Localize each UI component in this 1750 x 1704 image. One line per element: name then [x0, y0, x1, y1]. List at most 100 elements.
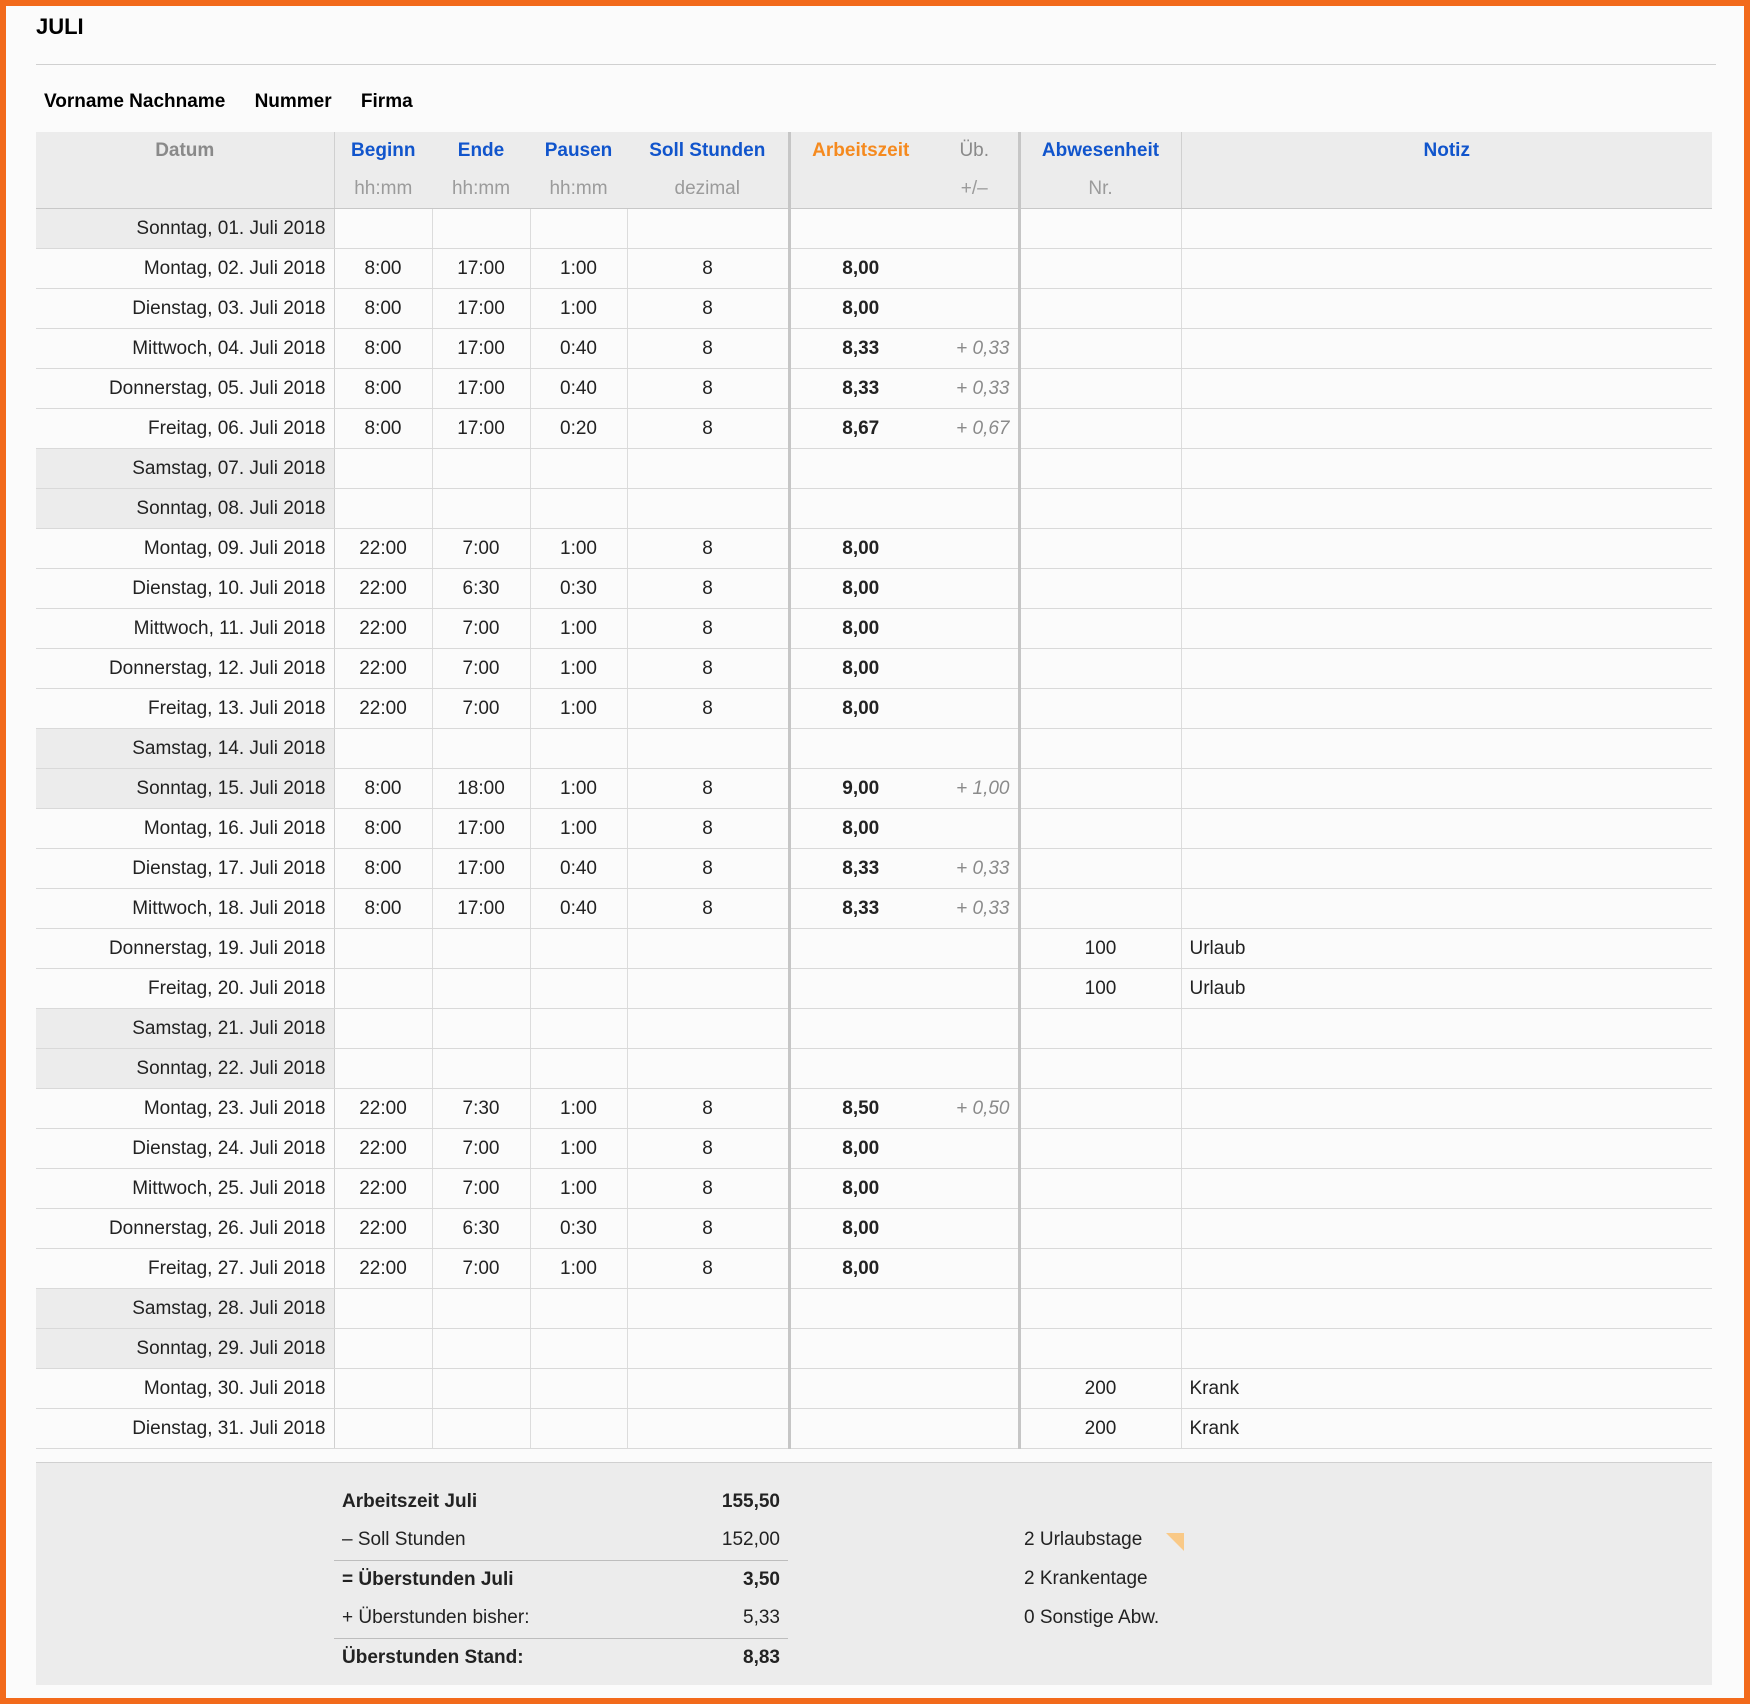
cell-ueberstunden[interactable]	[931, 648, 1021, 689]
cell-notiz[interactable]	[1181, 288, 1712, 329]
cell-abwesenheit[interactable]	[1019, 1008, 1182, 1049]
cell-date[interactable]: Mittwoch, 11. Juli 2018	[36, 608, 335, 649]
cell-notiz[interactable]	[1181, 488, 1712, 529]
cell-ende[interactable]	[432, 1008, 531, 1049]
cell-arbeitszeit[interactable]	[787, 728, 931, 769]
cell-ueberstunden[interactable]	[931, 288, 1021, 329]
cell-ende[interactable]: 7:00	[432, 1128, 531, 1169]
cell-arbeitszeit[interactable]: 8,00	[787, 288, 931, 329]
cell-arbeitszeit[interactable]: 8,00	[787, 1248, 931, 1289]
cell-date[interactable]: Dienstag, 24. Juli 2018	[36, 1128, 335, 1169]
cell-beginn[interactable]: 22:00	[334, 1208, 433, 1249]
cell-beginn[interactable]: 8:00	[334, 328, 433, 369]
cell-pausen[interactable]	[530, 928, 628, 969]
cell-abwesenheit[interactable]	[1019, 448, 1182, 489]
cell-notiz[interactable]	[1181, 448, 1712, 489]
cell-arbeitszeit[interactable]	[787, 1008, 931, 1049]
cell-date[interactable]: Donnerstag, 05. Juli 2018	[36, 368, 335, 409]
cell-abwesenheit[interactable]	[1019, 848, 1182, 889]
cell-soll[interactable]	[627, 728, 790, 769]
cell-ueberstunden[interactable]	[931, 1008, 1021, 1049]
cell-notiz[interactable]	[1181, 368, 1712, 409]
cell-ende[interactable]	[432, 488, 531, 529]
cell-abwesenheit[interactable]	[1019, 688, 1182, 729]
cell-beginn[interactable]	[334, 728, 433, 769]
cell-soll[interactable]: 8	[627, 568, 790, 609]
cell-ende[interactable]	[432, 968, 531, 1009]
cell-ueberstunden[interactable]	[931, 1048, 1021, 1089]
cell-beginn[interactable]: 22:00	[334, 1168, 433, 1209]
cell-beginn[interactable]: 8:00	[334, 848, 433, 889]
cell-ende[interactable]	[432, 1328, 531, 1369]
cell-date[interactable]: Donnerstag, 12. Juli 2018	[36, 648, 335, 689]
cell-arbeitszeit[interactable]: 8,00	[787, 688, 931, 729]
cell-ende[interactable]: 7:00	[432, 1168, 531, 1209]
cell-soll[interactable]: 8	[627, 688, 790, 729]
cell-soll[interactable]: 8	[627, 408, 790, 449]
cell-date[interactable]: Samstag, 28. Juli 2018	[36, 1288, 335, 1329]
cell-soll[interactable]: 8	[627, 648, 790, 689]
cell-soll[interactable]: 8	[627, 368, 790, 409]
cell-arbeitszeit[interactable]: 8,00	[787, 808, 931, 849]
cell-date[interactable]: Dienstag, 10. Juli 2018	[36, 568, 335, 609]
cell-abwesenheit[interactable]	[1019, 408, 1182, 449]
cell-arbeitszeit[interactable]: 8,00	[787, 1168, 931, 1209]
cell-ueberstunden[interactable]	[931, 608, 1021, 649]
cell-notiz[interactable]: Urlaub	[1181, 928, 1712, 969]
cell-abwesenheit[interactable]	[1019, 1288, 1182, 1329]
cell-ende[interactable]	[432, 208, 531, 249]
cell-ende[interactable]: 6:30	[432, 568, 531, 609]
cell-pausen[interactable]	[530, 1288, 628, 1329]
cell-ende[interactable]	[432, 1288, 531, 1329]
cell-ueberstunden[interactable]	[931, 1248, 1021, 1289]
cell-date[interactable]: Mittwoch, 25. Juli 2018	[36, 1168, 335, 1209]
cell-ende[interactable]: 7:00	[432, 688, 531, 729]
cell-ende[interactable]: 7:00	[432, 648, 531, 689]
cell-soll[interactable]: 8	[627, 768, 790, 809]
cell-pausen[interactable]	[530, 1328, 628, 1369]
cell-date[interactable]: Freitag, 20. Juli 2018	[36, 968, 335, 1009]
cell-date[interactable]: Samstag, 07. Juli 2018	[36, 448, 335, 489]
cell-abwesenheit[interactable]	[1019, 248, 1182, 289]
cell-pausen[interactable]: 0:40	[530, 888, 628, 929]
cell-soll[interactable]: 8	[627, 608, 790, 649]
cell-soll[interactable]: 8	[627, 1168, 790, 1209]
cell-ueberstunden[interactable]: + 0,33	[931, 848, 1021, 889]
cell-date[interactable]: Freitag, 13. Juli 2018	[36, 688, 335, 729]
cell-date[interactable]: Sonntag, 29. Juli 2018	[36, 1328, 335, 1369]
cell-arbeitszeit[interactable]	[787, 968, 931, 1009]
cell-arbeitszeit[interactable]: 8,00	[787, 528, 931, 569]
cell-beginn[interactable]	[334, 1328, 433, 1369]
cell-beginn[interactable]: 22:00	[334, 568, 433, 609]
cell-soll[interactable]	[627, 1368, 790, 1409]
cell-abwesenheit[interactable]	[1019, 888, 1182, 929]
cell-ueberstunden[interactable]	[931, 728, 1021, 769]
cell-abwesenheit[interactable]	[1019, 528, 1182, 569]
cell-beginn[interactable]: 8:00	[334, 768, 433, 809]
cell-date[interactable]: Sonntag, 15. Juli 2018	[36, 768, 335, 809]
cell-abwesenheit[interactable]	[1019, 208, 1182, 249]
cell-abwesenheit[interactable]	[1019, 1248, 1182, 1289]
cell-soll[interactable]: 8	[627, 808, 790, 849]
cell-ueberstunden[interactable]	[931, 248, 1021, 289]
cell-date[interactable]: Mittwoch, 18. Juli 2018	[36, 888, 335, 929]
cell-ende[interactable]	[432, 1408, 531, 1449]
cell-ueberstunden[interactable]	[931, 1208, 1021, 1249]
cell-notiz[interactable]	[1181, 1128, 1712, 1169]
cell-date[interactable]: Montag, 09. Juli 2018	[36, 528, 335, 569]
cell-notiz[interactable]	[1181, 768, 1712, 809]
cell-soll[interactable]: 8	[627, 888, 790, 929]
cell-arbeitszeit[interactable]: 8,00	[787, 568, 931, 609]
cell-beginn[interactable]: 22:00	[334, 528, 433, 569]
cell-ende[interactable]: 17:00	[432, 328, 531, 369]
cell-ende[interactable]: 17:00	[432, 848, 531, 889]
cell-beginn[interactable]	[334, 208, 433, 249]
cell-ende[interactable]	[432, 448, 531, 489]
cell-soll[interactable]	[627, 1288, 790, 1329]
cell-abwesenheit[interactable]	[1019, 1048, 1182, 1089]
cell-soll[interactable]	[627, 928, 790, 969]
cell-ende[interactable]: 17:00	[432, 368, 531, 409]
cell-date[interactable]: Dienstag, 31. Juli 2018	[36, 1408, 335, 1449]
cell-notiz[interactable]	[1181, 688, 1712, 729]
cell-beginn[interactable]: 8:00	[334, 408, 433, 449]
